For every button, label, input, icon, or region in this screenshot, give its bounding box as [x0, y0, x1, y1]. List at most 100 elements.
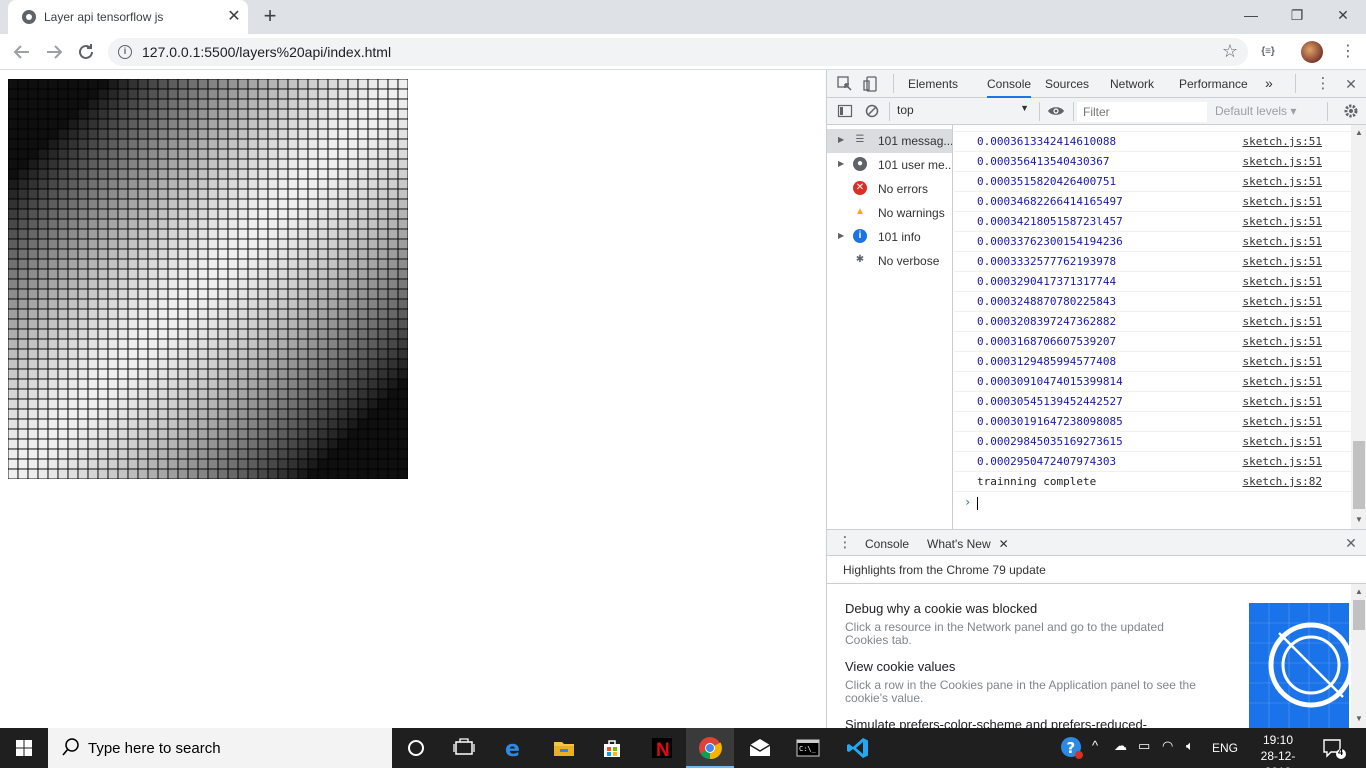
netflix-icon[interactable]: N	[638, 728, 686, 768]
cloud-icon[interactable]: ☁	[1114, 738, 1127, 754]
taskbar-search[interactable]: Type here to search	[48, 728, 392, 768]
log-source-link[interactable]: sketch.js:51	[1243, 355, 1322, 368]
whats-new-item-title[interactable]: View cookie values	[845, 659, 955, 674]
browser-tab[interactable]: Layer api tensorflow js ✕	[8, 0, 248, 34]
log-source-link[interactable]: sketch.js:51	[1243, 215, 1322, 228]
log-row: 0.0003208397247362882 sketch.js:51	[954, 312, 1351, 332]
tab-console[interactable]: Console	[987, 77, 1032, 98]
close-tab-icon[interactable]: ✕	[999, 537, 1009, 551]
mail-icon[interactable]	[736, 728, 784, 768]
tab-elements[interactable]: Elements	[908, 77, 958, 91]
sidebar-item[interactable]: ✱ No verbose	[827, 249, 952, 273]
clear-console-icon[interactable]	[864, 103, 880, 119]
log-source-link[interactable]: sketch.js:51	[1243, 435, 1322, 448]
wifi-icon[interactable]: ◠	[1162, 738, 1173, 754]
filter-input[interactable]	[1077, 102, 1207, 122]
whats-new-item-title[interactable]: Simulate prefers-color-scheme and prefer…	[845, 717, 1147, 728]
sidebar-toggle-icon[interactable]	[837, 103, 853, 119]
context-select[interactable]: top ▼	[897, 103, 1029, 121]
close-window-button[interactable]: ✕	[1320, 0, 1366, 30]
log-source-link[interactable]: sketch.js:51	[1243, 155, 1322, 168]
avatar[interactable]	[1301, 41, 1323, 63]
new-tab-button[interactable]: +	[258, 5, 282, 29]
sidebar-item[interactable]: ▶ ● 101 user me...	[827, 153, 952, 177]
url-text[interactable]: 127.0.0.1:5500/layers%20api/index.html	[142, 44, 391, 60]
devtools-menu-icon[interactable]: ⋮	[1315, 76, 1331, 92]
expand-arrow-icon[interactable]: ▶	[838, 159, 844, 168]
tab-sources[interactable]: Sources	[1045, 77, 1089, 91]
task-view-icon[interactable]	[440, 728, 488, 768]
drawer-tab-whats-new[interactable]: What's New ✕	[919, 537, 1013, 558]
log-source-link[interactable]: sketch.js:51	[1243, 255, 1322, 268]
language-indicator[interactable]: ENG	[1212, 741, 1238, 755]
log-source-link[interactable]: sketch.js:51	[1243, 415, 1322, 428]
log-source-link[interactable]: sketch.js:51	[1243, 335, 1322, 348]
sidebar-item[interactable]: ✕ No errors	[827, 177, 952, 201]
sidebar-item[interactable]: ▶ i 101 info	[827, 225, 952, 249]
back-arrow-icon[interactable]	[10, 40, 34, 64]
log-source-link[interactable]: sketch.js:51	[1243, 195, 1322, 208]
log-source-link[interactable]: sketch.js:51	[1243, 295, 1322, 308]
scrollbar-thumb[interactable]	[1353, 441, 1365, 509]
log-levels-select[interactable]: Default levels ▾	[1215, 104, 1296, 118]
help-icon[interactable]: ?	[1060, 736, 1084, 763]
start-button[interactable]	[0, 728, 48, 768]
store-icon[interactable]	[588, 728, 636, 768]
sidebar-item[interactable]: ▲ No warnings	[827, 201, 952, 225]
eye-icon[interactable]	[1047, 103, 1064, 119]
edge-icon[interactable]: e	[490, 728, 538, 768]
volume-icon[interactable]: 🔈︎	[1186, 738, 1194, 754]
chevron-up-icon[interactable]: ^	[1092, 738, 1098, 753]
expand-arrow-icon[interactable]: ▶	[838, 231, 844, 240]
grid-cell	[8, 368, 19, 380]
extension-icon[interactable]: {≡}	[1258, 42, 1278, 62]
log-source-link[interactable]: sketch.js:51	[1243, 235, 1322, 248]
inspect-element-icon[interactable]	[837, 76, 853, 92]
log-source-link[interactable]: sketch.js:51	[1243, 395, 1322, 408]
restore-button[interactable]: ❐	[1274, 0, 1320, 30]
address-bar[interactable]: i 127.0.0.1:5500/layers%20api/index.html…	[108, 38, 1248, 66]
minimize-button[interactable]: —	[1228, 0, 1274, 30]
scrollbar-thumb[interactable]	[1353, 600, 1365, 630]
log-source-link[interactable]: sketch.js:51	[1243, 175, 1322, 188]
device-toolbar-icon[interactable]	[863, 76, 879, 92]
expand-arrow-icon[interactable]: ▶	[838, 135, 844, 144]
battery-icon[interactable]: ▭	[1138, 738, 1150, 754]
chrome-icon[interactable]	[686, 728, 734, 768]
scroll-up-icon[interactable]: ▲	[1354, 128, 1364, 137]
info-icon[interactable]: i	[118, 45, 132, 59]
menu-icon[interactable]: ⋮	[1340, 40, 1356, 64]
drawer-menu-icon[interactable]: ⋮	[837, 535, 853, 551]
close-drawer-icon[interactable]: ✕	[1343, 535, 1359, 551]
scroll-down-icon[interactable]: ▼	[1354, 515, 1364, 524]
tab-close-icon[interactable]: ✕	[224, 7, 244, 27]
close-devtools-icon[interactable]: ✕	[1343, 76, 1359, 92]
log-source-link[interactable]: sketch.js:51	[1243, 275, 1322, 288]
forward-arrow-icon[interactable]	[42, 40, 66, 64]
more-tabs-icon[interactable]: »	[1265, 75, 1273, 91]
whats-new-item-title[interactable]: Debug why a cookie was blocked	[845, 601, 1037, 616]
log-source-link[interactable]: sketch.js:51	[1243, 135, 1322, 148]
log-source-link[interactable]: sketch.js:51	[1243, 455, 1322, 468]
console-input[interactable]	[977, 497, 978, 510]
scroll-down-icon[interactable]: ▼	[1354, 714, 1364, 723]
log-source-link[interactable]: sketch.js:82	[1243, 475, 1322, 488]
drawer-tab-console[interactable]: Console	[865, 537, 909, 551]
clock[interactable]: 19:10 28-12-2019	[1250, 732, 1306, 780]
settings-gear-icon[interactable]	[1343, 103, 1359, 119]
console-scrollbar[interactable]: ▲ ▼	[1351, 125, 1366, 529]
vscode-icon[interactable]	[834, 728, 882, 768]
whats-new-scrollbar[interactable]: ▲ ▼	[1351, 584, 1366, 728]
reload-icon[interactable]	[74, 40, 98, 64]
tab-performance[interactable]: Performance	[1179, 77, 1248, 91]
notification-icon[interactable]: 4	[1322, 738, 1346, 760]
file-explorer-icon[interactable]	[540, 728, 588, 768]
log-source-link[interactable]: sketch.js:51	[1243, 375, 1322, 388]
sidebar-item[interactable]: ▶ ☰ 101 messag...	[827, 129, 952, 153]
terminal-icon[interactable]: C:\_	[784, 728, 832, 768]
star-icon[interactable]: ☆	[1222, 41, 1238, 62]
cortana-icon[interactable]	[392, 728, 440, 768]
tab-network[interactable]: Network	[1110, 77, 1154, 91]
log-source-link[interactable]: sketch.js:51	[1243, 315, 1322, 328]
scroll-up-icon[interactable]: ▲	[1354, 587, 1364, 596]
